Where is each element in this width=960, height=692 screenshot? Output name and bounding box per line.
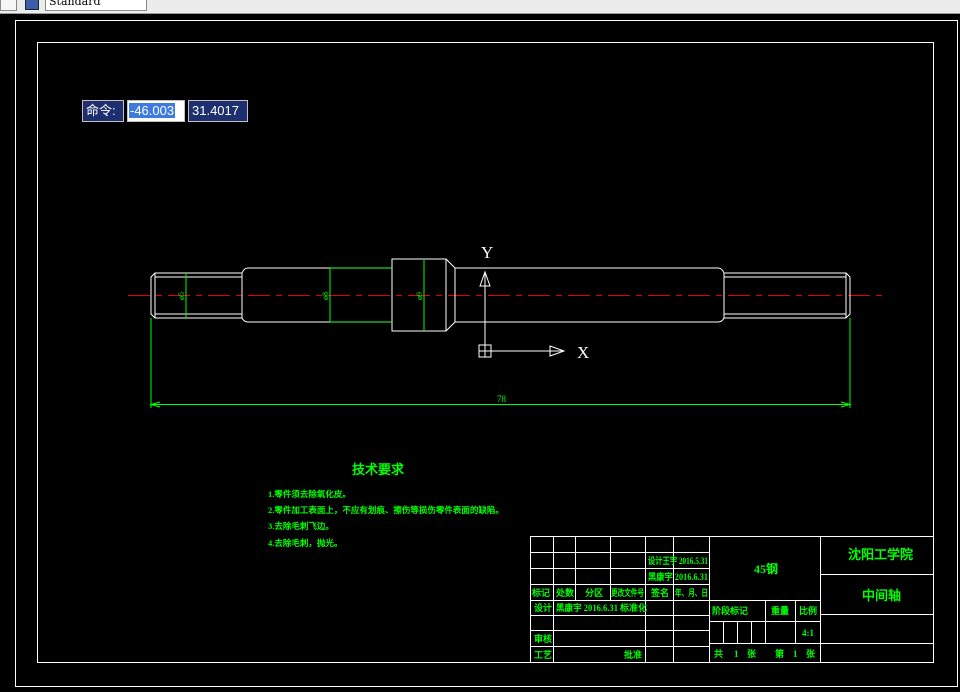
title-page-label: 第 bbox=[775, 648, 784, 659]
title-col-mark: 标记 bbox=[531, 587, 550, 598]
title-part-name: 中间轴 bbox=[862, 588, 901, 603]
title-row-design: 设计 bbox=[534, 602, 552, 613]
dim-dia-mid: ø8 bbox=[321, 292, 330, 300]
ucs-icon bbox=[478, 270, 566, 358]
dimension-lines bbox=[149, 259, 852, 408]
text-style-combo[interactable]: Standard bbox=[45, 0, 147, 11]
title-designer-a: 设计王宇 2016.5.31 bbox=[648, 555, 708, 566]
title-total-label: 共 bbox=[714, 648, 723, 659]
title-stage-mark: 阶段标记 bbox=[712, 605, 748, 616]
title-weight: 重量 bbox=[771, 605, 789, 616]
tech-req-item: 2.零件加工表面上，不应有划痕、擦伤等损伤零件表面的缺陷。 bbox=[268, 505, 504, 515]
tech-req-title: 技术要求 bbox=[352, 462, 405, 477]
title-school: 沈阳工学院 bbox=[848, 547, 913, 562]
coordinate-x-input[interactable]: -46.003 bbox=[127, 100, 185, 122]
title-material: 45钢 bbox=[754, 561, 778, 576]
title-scale: 比例 bbox=[799, 605, 817, 616]
title-total-num: 1 bbox=[734, 649, 739, 659]
ucs-x-label: X bbox=[577, 343, 589, 362]
title-page-num: 1 bbox=[793, 649, 798, 659]
title-sheet-unit: 张 bbox=[747, 648, 757, 659]
title-col-zone: 分区 bbox=[585, 587, 603, 598]
title-col-date: 年、月、日 bbox=[675, 587, 708, 598]
coordinate-x-value[interactable]: -46.003 bbox=[129, 103, 176, 118]
tech-req-item: 3.去除毛刺飞边。 bbox=[268, 521, 334, 531]
title-design-person: 黑康宇 2016.6.31 bbox=[556, 602, 618, 613]
title-col-sign: 签名 bbox=[650, 587, 669, 598]
tech-req-item: 1.零件须去除氧化皮。 bbox=[268, 489, 351, 499]
dim-overall-length: 78 bbox=[497, 394, 507, 404]
title-row-review: 审核 bbox=[534, 633, 552, 644]
title-row-approve: 批准 bbox=[624, 649, 642, 660]
title-row-standard: 标准化 bbox=[619, 602, 647, 613]
title-scale-value: 4:1 bbox=[802, 628, 814, 638]
dim-dia-left: ø5 bbox=[177, 292, 186, 300]
coordinate-y-input[interactable]: 31.4017 bbox=[188, 100, 248, 122]
title-row-process: 工艺 bbox=[534, 649, 552, 660]
title-designer-b: 黑康宇 2016.6.31 bbox=[648, 571, 708, 582]
command-prompt-label: 命令: bbox=[82, 100, 124, 122]
tech-req-item: 4.去除毛刺，抛光。 bbox=[268, 538, 342, 548]
dim-dia-collar: ø9 bbox=[415, 292, 424, 300]
title-col-doc: 更改文件号 bbox=[611, 587, 644, 598]
top-toolbar: Standard bbox=[0, 0, 960, 14]
ucs-y-label: Y bbox=[481, 243, 493, 262]
layers-icon[interactable] bbox=[25, 0, 39, 10]
toolbar-dropdown-button[interactable] bbox=[0, 0, 17, 11]
title-col-count: 处数 bbox=[555, 587, 575, 598]
title-sheet-unit-2: 张 bbox=[806, 648, 816, 659]
